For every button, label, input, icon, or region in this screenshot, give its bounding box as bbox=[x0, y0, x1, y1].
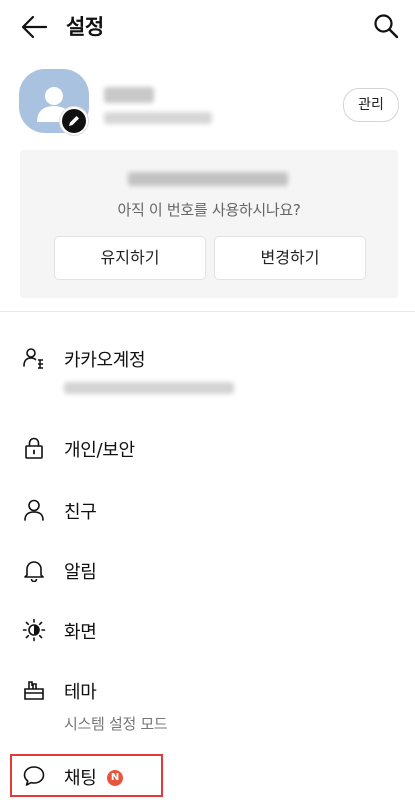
profile-name-redacted bbox=[104, 87, 154, 103]
divider bbox=[0, 311, 415, 312]
edit-profile-button[interactable] bbox=[60, 107, 88, 135]
highlight-box bbox=[10, 754, 163, 797]
account-email-redacted bbox=[64, 382, 234, 394]
brightness-icon bbox=[22, 618, 46, 642]
menu-item-kakao-account[interactable]: 카카오계정 bbox=[0, 338, 415, 378]
search-icon[interactable] bbox=[372, 12, 400, 40]
menu-label: 개인/보안 bbox=[64, 440, 135, 461]
account-people-icon bbox=[22, 346, 46, 370]
menu-item-display[interactable]: 화면 bbox=[0, 610, 415, 650]
menu-item-theme[interactable]: 테마 bbox=[0, 670, 415, 710]
keep-number-button[interactable]: 유지하기 bbox=[54, 236, 206, 280]
phone-number-card: 아직 이 번호를 사용하시나요? 유지하기 변경하기 bbox=[20, 150, 398, 298]
brush-icon bbox=[22, 678, 46, 702]
manage-button[interactable]: 관리 bbox=[343, 88, 399, 122]
arrow-left-icon[interactable] bbox=[20, 14, 48, 40]
page-title: 설정 bbox=[66, 15, 104, 39]
phone-number-redacted bbox=[128, 172, 288, 186]
menu-item-notifications[interactable]: 알림 bbox=[0, 550, 415, 590]
menu-label: 카카오계정 bbox=[64, 350, 146, 371]
pencil-icon bbox=[62, 109, 86, 133]
header: 설정 bbox=[0, 0, 415, 54]
lock-icon bbox=[22, 436, 46, 460]
menu-item-friends[interactable]: 친구 bbox=[0, 490, 415, 530]
menu-label: 화면 bbox=[64, 622, 97, 643]
menu-label: 테마 bbox=[64, 682, 97, 703]
menu-item-privacy-security[interactable]: 개인/보안 bbox=[0, 428, 415, 468]
profile-number-redacted bbox=[104, 112, 212, 124]
bell-icon bbox=[22, 558, 46, 583]
phone-question: 아직 이 번호를 사용하시나요? bbox=[117, 201, 301, 219]
menu-label: 알림 bbox=[64, 562, 97, 583]
person-icon bbox=[22, 498, 46, 522]
change-number-button[interactable]: 변경하기 bbox=[214, 236, 366, 280]
menu-label: 친구 bbox=[64, 502, 97, 523]
theme-subtitle: 시스템 설정 모드 bbox=[64, 715, 168, 733]
